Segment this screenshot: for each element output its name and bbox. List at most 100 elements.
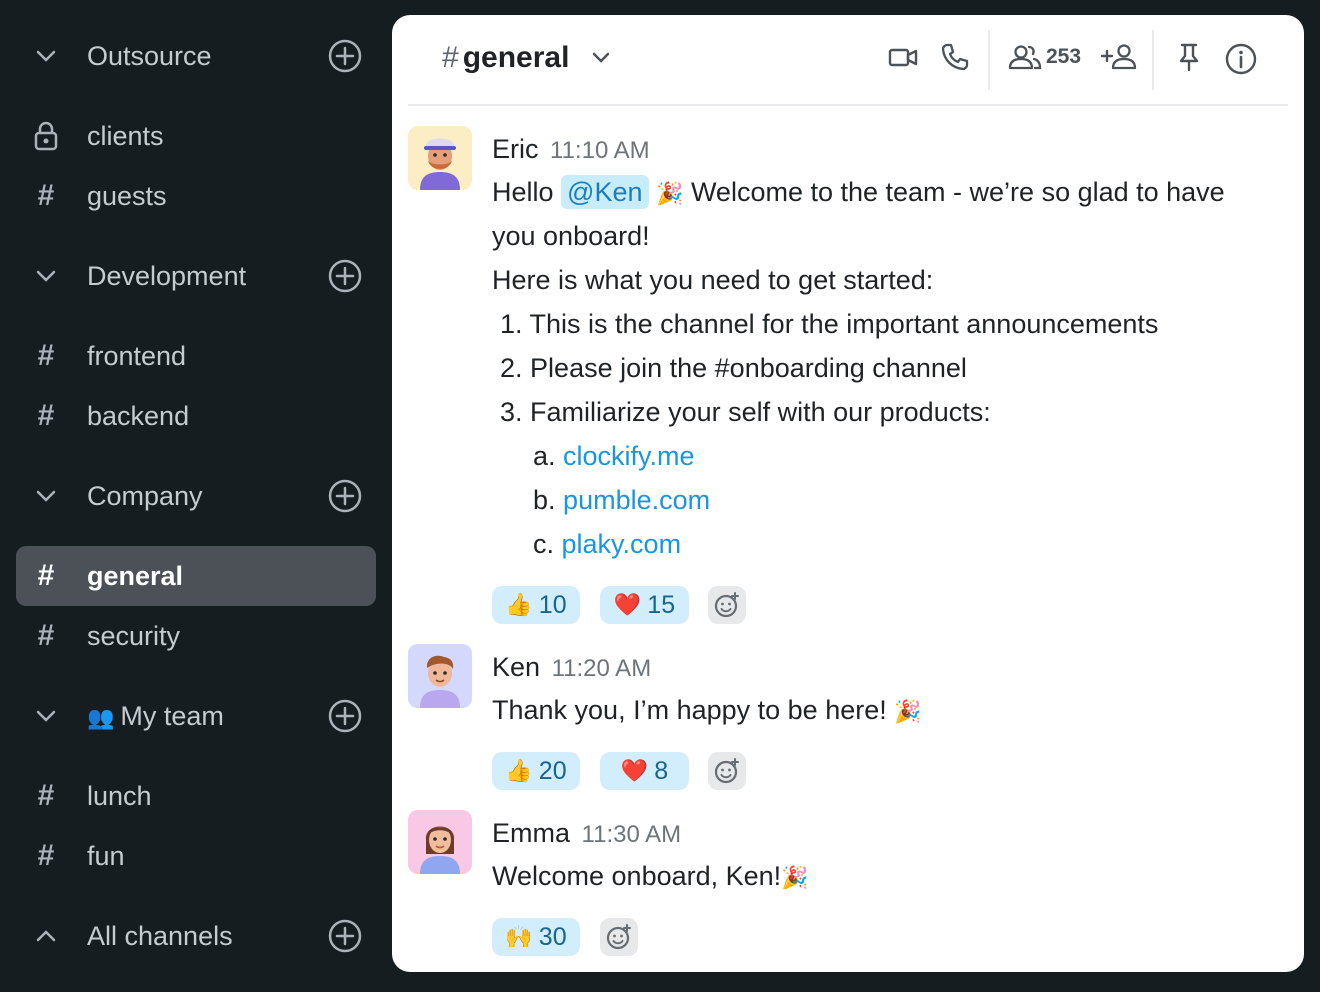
header-divider xyxy=(988,30,990,90)
sidebar-item-fun[interactable]: # fun xyxy=(16,826,376,886)
list-text: Please join the #onboarding channel xyxy=(530,353,967,383)
product-link[interactable]: clockify.me xyxy=(563,441,695,471)
add-member-icon[interactable] xyxy=(1100,42,1138,72)
sidebar-item-general[interactable]: # general xyxy=(16,546,376,606)
chevron-down-icon[interactable] xyxy=(16,489,76,503)
section-all-channels[interactable]: All channels xyxy=(16,906,376,966)
avatar[interactable] xyxy=(408,644,472,708)
list-number: 3. xyxy=(500,397,523,427)
channel-label: clients xyxy=(87,120,164,151)
sidebar-item-guests[interactable]: # guests xyxy=(16,166,376,226)
section-label: Development xyxy=(87,260,247,291)
hash-icon: # xyxy=(37,559,55,592)
add-channel-icon[interactable] xyxy=(326,477,364,515)
thumbs-up-icon: 👍 xyxy=(505,758,533,783)
sublist-item: c. plaky.com xyxy=(533,529,681,560)
reaction-count: 10 xyxy=(538,590,567,619)
message-author[interactable]: Emma xyxy=(492,818,570,848)
channel-header: # general 253 xyxy=(408,15,1288,106)
sidebar-item-clients[interactable]: clients xyxy=(16,106,376,166)
add-reaction-button[interactable] xyxy=(600,918,638,956)
pin-icon[interactable] xyxy=(1174,42,1204,72)
thumbs-up-icon: 👍 xyxy=(505,592,533,617)
chevron-down-icon[interactable] xyxy=(591,52,611,64)
party-popper-icon: 🎉 xyxy=(781,865,809,890)
reaction-heart[interactable]: ❤️ 8 xyxy=(600,752,689,790)
add-channel-icon[interactable] xyxy=(326,917,364,955)
hash-icon: # xyxy=(37,619,55,652)
sublist-item: b. pumble.com xyxy=(533,485,710,516)
avatar[interactable] xyxy=(408,810,472,874)
add-reaction-button[interactable] xyxy=(708,586,746,624)
heart-icon: ❤️ xyxy=(620,758,649,783)
avatar[interactable] xyxy=(408,126,472,190)
reaction-thumbs-up[interactable]: 👍 20 xyxy=(492,752,580,790)
message-text: Welcome onboard, Ken! xyxy=(492,861,782,891)
reaction-raised-hands[interactable]: 🙌 30 xyxy=(492,918,580,956)
info-icon[interactable] xyxy=(1224,42,1258,76)
add-reaction-icon xyxy=(714,592,739,618)
channel-panel: # general 253 Eric 11:10 AM Hello @Ken 🎉… xyxy=(392,15,1304,972)
message-author[interactable]: Ken xyxy=(492,652,540,682)
phone-icon[interactable] xyxy=(940,42,970,72)
message-line: Hello @Ken 🎉 Welcome to the team - we’re… xyxy=(492,175,1225,209)
channel-title[interactable]: # general xyxy=(442,41,611,75)
chevron-down-icon[interactable] xyxy=(16,49,76,63)
section-company[interactable]: Company xyxy=(16,466,376,526)
section-label: Company xyxy=(87,480,203,511)
team-icon: 👥 xyxy=(87,704,115,730)
add-reaction-button[interactable] xyxy=(708,752,746,790)
chevron-up-icon[interactable] xyxy=(16,929,76,943)
sidebar-item-lunch[interactable]: # lunch xyxy=(16,766,376,826)
party-popper-icon: 🎉 xyxy=(656,181,684,206)
product-link[interactable]: pumble.com xyxy=(563,485,710,515)
channel-label: backend xyxy=(87,400,190,431)
sublist-letter: b. xyxy=(533,485,556,515)
message-line: Welcome onboard, Ken!🎉 xyxy=(492,861,809,892)
message-time: 11:20 AM xyxy=(551,655,652,682)
message-header: Emma 11:30 AM xyxy=(492,818,681,849)
list-number: 2. xyxy=(500,353,523,383)
sidebar-item-backend[interactable]: # backend xyxy=(16,386,376,446)
reaction-thumbs-up[interactable]: 👍 10 xyxy=(492,586,580,624)
hash-icon: # xyxy=(442,41,459,74)
header-divider xyxy=(1152,30,1154,90)
add-channel-icon[interactable] xyxy=(326,37,364,75)
reaction-count: 8 xyxy=(654,756,669,785)
section-my-team[interactable]: 👥 My team xyxy=(16,686,376,746)
hash-icon: # xyxy=(37,339,55,372)
list-number: 1. xyxy=(500,309,523,339)
chevron-down-icon[interactable] xyxy=(16,709,76,723)
sidebar-item-frontend[interactable]: # frontend xyxy=(16,326,376,386)
sublist-item: a. clockify.me xyxy=(533,441,695,472)
channel-label: security xyxy=(87,620,181,651)
user-mention[interactable]: @Ken xyxy=(561,175,649,209)
add-reaction-icon xyxy=(714,758,739,784)
message-time: 11:30 AM xyxy=(581,821,682,848)
sublist-letter: c. xyxy=(533,529,555,559)
list-item: 3. Familiarize your self with our produc… xyxy=(500,397,991,428)
message-author[interactable]: Eric xyxy=(492,134,539,164)
channel-label: guests xyxy=(87,180,167,211)
reaction-heart[interactable]: ❤️ 15 xyxy=(600,586,689,624)
add-channel-icon[interactable] xyxy=(326,697,364,735)
message-time: 11:10 AM xyxy=(550,137,650,164)
list-item: 2. Please join the #onboarding channel xyxy=(500,353,967,384)
section-development[interactable]: Development xyxy=(16,246,376,306)
message-text: Welcome to the team - we’re so glad to h… xyxy=(690,177,1225,207)
section-label: All channels xyxy=(87,920,233,951)
channel-label: fun xyxy=(87,840,125,871)
sidebar-item-security[interactable]: # security xyxy=(16,606,376,666)
members-icon[interactable]: 253 xyxy=(1008,42,1081,72)
list-text: This is the channel for the important an… xyxy=(529,309,1159,339)
video-call-icon[interactable] xyxy=(888,42,918,72)
channel-name: general xyxy=(462,41,570,74)
section-outsource[interactable]: Outsource xyxy=(16,26,376,86)
list-item: 1. This is the channel for the important… xyxy=(500,309,1158,340)
channel-label: frontend xyxy=(87,340,187,371)
hash-icon: # xyxy=(37,779,55,812)
add-channel-icon[interactable] xyxy=(326,257,364,295)
chevron-down-icon[interactable] xyxy=(16,269,76,283)
message-header: Eric 11:10 AM xyxy=(492,134,650,165)
product-link[interactable]: plaky.com xyxy=(562,529,682,559)
